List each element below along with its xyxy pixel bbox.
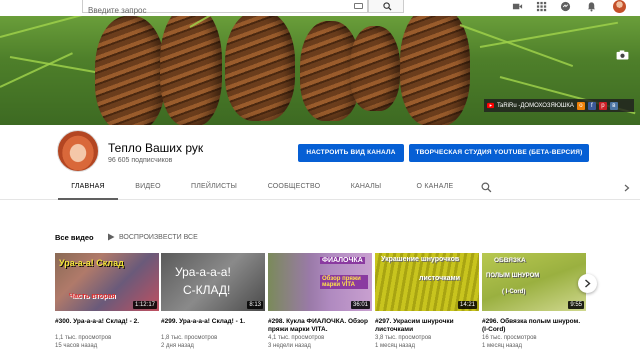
- create-video-icon[interactable]: [512, 1, 523, 12]
- pinterest-icon[interactable]: p: [598, 101, 607, 110]
- video-duration: 14:21: [457, 301, 477, 309]
- chevron-right-icon[interactable]: [624, 184, 630, 192]
- search-box[interactable]: [82, 0, 368, 17]
- pine-cone-image: [350, 26, 400, 111]
- messages-icon[interactable]: [560, 1, 571, 12]
- video-card[interactable]: ФИАЛОЧКА Обзор пряжи марки VITA 36:01 #2…: [268, 253, 372, 350]
- ok-icon[interactable]: о: [576, 101, 585, 110]
- channel-avatar[interactable]: [57, 130, 99, 172]
- channel-search-icon[interactable]: [481, 182, 492, 193]
- video-age: 2 дня назад: [161, 343, 194, 349]
- tab-home[interactable]: ГЛАВНАЯ: [58, 176, 118, 200]
- thumbnail-text: Обзор пряжи марки VITA: [320, 275, 368, 289]
- video-duration: 1:12:17: [132, 301, 157, 309]
- vk-icon[interactable]: в: [609, 101, 618, 110]
- video-title[interactable]: #296. Обвязка полым шнуром. (I-Cord): [482, 318, 586, 334]
- video-title[interactable]: #300. Ура-а-а-а! Склад! - 2.: [55, 318, 159, 334]
- thumbnail-text: ПОЛЫМ ШНУРОМ: [486, 273, 540, 279]
- tab-videos[interactable]: ВИДЕО: [124, 176, 172, 200]
- video-title[interactable]: #299. Ура-а-а-а! Склад! - 1.: [161, 318, 265, 334]
- video-thumbnail[interactable]: ФИАЛОЧКА Обзор пряжи марки VITA 36:01: [268, 253, 372, 311]
- search-input[interactable]: [83, 4, 333, 17]
- thumbnail-text: ( I-Cord): [502, 289, 526, 295]
- pine-cone-image: [400, 16, 470, 125]
- thumbnail-text: Ура-а-а! Склад: [59, 258, 124, 268]
- search-icon: [383, 2, 392, 11]
- banner-site-link[interactable]: TaRiRu -ДОМОХОЗЯЮШКА: [497, 103, 574, 109]
- tab-about[interactable]: О КАНАЛЕ: [404, 176, 466, 200]
- thumbnail-text: Украшение шнурочков: [381, 256, 460, 263]
- chevron-right-icon: [585, 279, 591, 288]
- youtube-studio-button[interactable]: ТВОРЧЕСКАЯ СТУДИЯ YOUTUBE (БЕТА-ВЕРСИЯ): [409, 144, 589, 162]
- tab-playlists[interactable]: ПЛЕЙЛИСТЫ: [178, 176, 250, 200]
- facebook-icon[interactable]: f: [587, 101, 596, 110]
- video-age: 15 часов назад: [55, 343, 98, 349]
- video-age: 3 недели назад: [268, 343, 311, 349]
- video-views: 1,8 тыс. просмотров: [161, 335, 218, 341]
- thumbnail-text: ФИАЛОЧКА: [320, 257, 365, 264]
- account-avatar[interactable]: [613, 0, 626, 13]
- video-views: 16 тыс. просмотров: [482, 335, 537, 341]
- video-duration: 8:13: [247, 301, 263, 309]
- masthead: [0, 0, 640, 17]
- search-button[interactable]: [368, 0, 404, 13]
- video-thumbnail[interactable]: Украшение шнурочков листочками 14:21: [375, 253, 479, 311]
- play-all-button[interactable]: ВОСПРОИЗВЕСТИ ВСЕ: [107, 233, 198, 241]
- video-thumbnail[interactable]: ОБВЯЗКА ПОЛЫМ ШНУРОМ ( I-Cord) 9:55: [482, 253, 586, 311]
- youtube-icon: [487, 102, 494, 109]
- pine-cone-image: [225, 16, 295, 121]
- video-card[interactable]: Ура-а-а-а! С-КЛАД! 8:13 #299. Ура-а-а-а!…: [161, 253, 265, 350]
- video-title[interactable]: #297. Украсим шнурочки листочками: [375, 318, 479, 334]
- carousel-next-button[interactable]: [578, 274, 597, 293]
- video-views: 3,8 тыс. просмотров: [375, 335, 432, 341]
- video-age: 1 месяц назад: [482, 343, 522, 349]
- pine-cone-image: [95, 16, 165, 125]
- video-thumbnail[interactable]: Ура-а-а-а! С-КЛАД! 8:13: [161, 253, 265, 311]
- play-icon: [108, 233, 115, 241]
- video-thumbnail[interactable]: Ура-а-а! Склад Часть вторая 1:12:17: [55, 253, 159, 311]
- video-views: 1,1 тыс. просмотров: [55, 335, 112, 341]
- video-card[interactable]: Ура-а-а! Склад Часть вторая 1:12:17 #300…: [55, 253, 159, 350]
- video-age: 1 месяц назад: [375, 343, 415, 349]
- video-card[interactable]: Украшение шнурочков листочками 14:21 #29…: [375, 253, 479, 350]
- thumbnail-text: Ура-а-а-а!: [175, 265, 231, 279]
- thumbnail-text: Часть вторая: [69, 293, 116, 300]
- customize-channel-button[interactable]: НАСТРОИТЬ ВИД КАНАЛА: [298, 144, 404, 162]
- notifications-icon[interactable]: [586, 1, 597, 12]
- video-duration: 36:01: [350, 301, 370, 309]
- camera-icon[interactable]: [616, 50, 629, 60]
- channel-title: Тепло Ваших рук: [108, 141, 204, 155]
- banner-links: TaRiRu -ДОМОХОЗЯЮШКА о f p в: [484, 99, 634, 112]
- pine-cone-image: [160, 16, 222, 125]
- thumbnail-text: ОБВЯЗКА: [494, 257, 526, 264]
- video-duration: 9:55: [568, 301, 584, 309]
- thumbnail-text: листочками: [419, 275, 461, 282]
- tab-community[interactable]: СООБЩЕСТВО: [258, 176, 330, 200]
- keyboard-icon[interactable]: [354, 3, 363, 9]
- video-title[interactable]: #298. Кукла ФИАЛОЧКА. Обзор пряжи марки …: [268, 318, 372, 334]
- video-card[interactable]: ОБВЯЗКА ПОЛЫМ ШНУРОМ ( I-Cord) 9:55 #296…: [482, 253, 586, 350]
- thumbnail-text: С-КЛАД!: [183, 283, 231, 297]
- video-views: 4,1 тыс. просмотров: [268, 335, 325, 341]
- section-title: Все видео: [55, 233, 94, 242]
- channel-tabs: ГЛАВНАЯ ВИДЕО ПЛЕЙЛИСТЫ СООБЩЕСТВО КАНАЛ…: [0, 176, 640, 200]
- play-all-label: ВОСПРОИЗВЕСТИ ВСЕ: [119, 233, 198, 241]
- subscriber-count: 96 605 подписчиков: [108, 157, 173, 164]
- tab-channels[interactable]: КАНАЛЫ: [338, 176, 394, 200]
- apps-icon[interactable]: [536, 1, 547, 12]
